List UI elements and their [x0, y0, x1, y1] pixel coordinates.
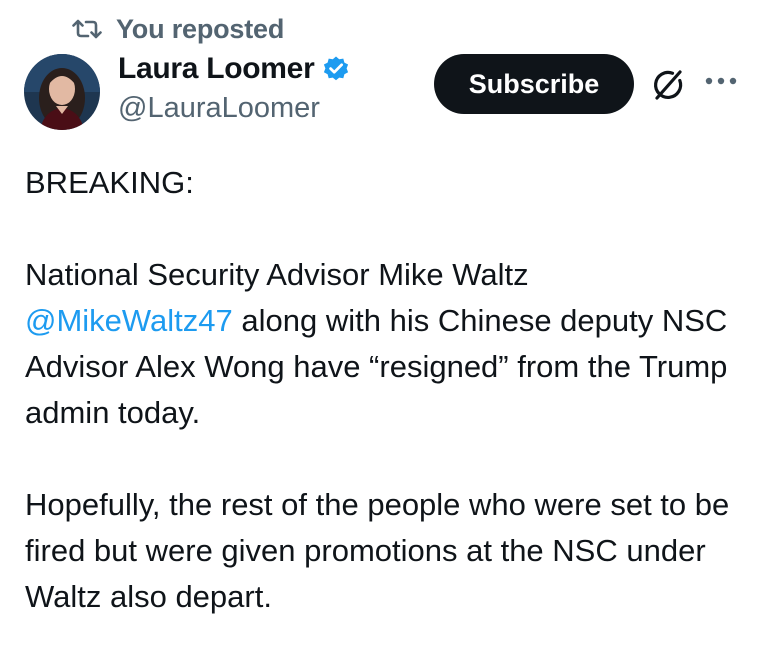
verified-badge-icon[interactable]: [322, 55, 350, 83]
avatar[interactable]: [24, 54, 100, 130]
tweet-paragraph-2: National Security Advisor Mike Waltz @Mik…: [25, 252, 745, 436]
more-options-icon[interactable]: [704, 76, 738, 86]
grok-icon[interactable]: [650, 67, 686, 103]
repost-label: You reposted: [116, 13, 285, 44]
author-handle[interactable]: @LauraLoomer: [118, 92, 320, 125]
repost-indicator: You reposted: [72, 12, 284, 46]
author-name-row: Laura Loomer: [118, 52, 350, 86]
tweet-paragraph-3: Hopefully, the rest of the people who we…: [25, 487, 730, 614]
tweet-paragraph-2-start: National Security Advisor Mike Waltz: [25, 257, 529, 292]
subscribe-button[interactable]: Subscribe: [434, 54, 634, 114]
mention-link[interactable]: @MikeWaltz47: [25, 303, 233, 338]
author-display-name[interactable]: Laura Loomer: [118, 52, 315, 86]
tweet-text: BREAKING: National Security Advisor Mike…: [25, 160, 745, 620]
repost-icon: [72, 18, 102, 40]
tweet-line-breaking: BREAKING:: [25, 165, 194, 200]
